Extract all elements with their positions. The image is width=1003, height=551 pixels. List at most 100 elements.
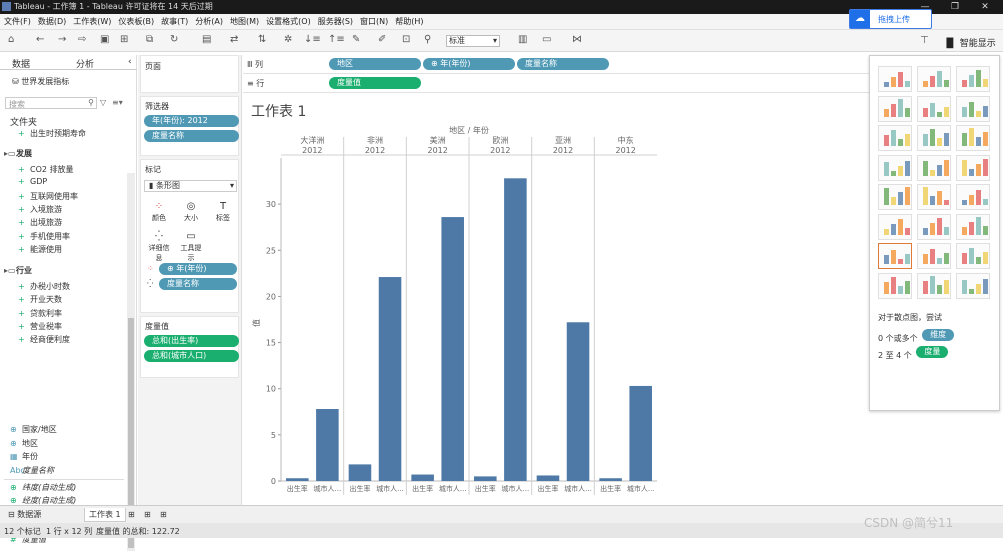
menu-item[interactable]: 窗口(N)	[356, 14, 391, 27]
chart-type-thumbnail[interactable]	[917, 272, 951, 299]
chart-type-thumbnail[interactable]	[878, 272, 912, 299]
sort-asc-icon[interactable]: ↓≡	[304, 34, 321, 46]
detail-button[interactable]: ⁛ 详细信息	[147, 230, 171, 262]
field-item[interactable]: + 出境旅游	[18, 217, 62, 228]
field-item[interactable]: + 能源使用	[18, 244, 62, 255]
field-item[interactable]: + 入境旅游	[18, 204, 62, 215]
group-icon[interactable]: ▤	[202, 34, 211, 46]
menu-item[interactable]: 仪表板(B)	[114, 14, 157, 27]
new-datasource-icon[interactable]: ⇨	[78, 34, 86, 46]
marker-icon[interactable]: ✐	[378, 34, 386, 46]
folder-item[interactable]: ▸▭行业	[4, 265, 32, 276]
filter-pill-measure-names[interactable]: 度量名称	[144, 130, 239, 142]
chart-type-thumbnail[interactable]	[917, 184, 951, 210]
field-item[interactable]: + GDP	[18, 177, 47, 186]
chart-type-thumbnail[interactable]	[956, 125, 990, 151]
pen-icon[interactable]: ✎	[352, 34, 360, 46]
field-item[interactable]: + 营业税率	[18, 321, 62, 332]
close-button[interactable]: ✕	[970, 0, 1000, 14]
upload-button[interactable]: ☁ 拖拽上传	[849, 9, 932, 29]
dimension-item[interactable]: ▦ 年份	[10, 451, 38, 462]
tab-data[interactable]: 数据	[12, 57, 30, 70]
tab-analysis[interactable]: 分析	[76, 57, 94, 70]
chart-type-thumbnail[interactable]	[878, 95, 912, 122]
menu-item[interactable]: 帮助(H)	[391, 14, 426, 27]
folder-item[interactable]: ▸▭发展	[4, 148, 32, 159]
chart-type-thumbnail[interactable]	[917, 95, 951, 122]
filters-card[interactable]: 筛选器 年(年份): 2012 度量名称	[140, 96, 239, 156]
share-icon[interactable]: ⋈	[572, 34, 582, 46]
chart-type-thumbnail[interactable]	[917, 66, 951, 92]
marks-pill-measure-names[interactable]: 度量名称	[159, 278, 237, 290]
size-button[interactable]: ◎ 大小	[179, 200, 203, 224]
sort-icon[interactable]: ⇅	[258, 34, 266, 46]
tab-datasource[interactable]: ⊟ 数据源	[4, 508, 45, 522]
columns-shelf[interactable]: Ⅲ 列 地区 ⊕ 年(年份) 度量名称	[243, 55, 869, 74]
menu-item[interactable]: 设置格式(O)	[262, 14, 314, 27]
chart-type-thumbnail[interactable]	[956, 95, 990, 122]
chart-type-thumbnail[interactable]	[878, 184, 912, 210]
field-item[interactable]: + CO2 排放量	[18, 164, 74, 175]
menu-item[interactable]: 服务器(S)	[314, 14, 356, 27]
pin-panel-icon[interactable]: ⊤	[920, 35, 929, 47]
column-pill-year[interactable]: ⊕ 年(年份)	[423, 58, 515, 70]
dimension-item[interactable]: Abc度量名称	[10, 465, 54, 476]
tooltip-button[interactable]: ▭ 工具提示	[179, 230, 203, 262]
chart-type-thumbnail[interactable]	[878, 125, 912, 151]
pin-icon[interactable]: ⚲	[424, 34, 431, 46]
chart-type-thumbnail[interactable]	[956, 184, 990, 210]
label-icon[interactable]: ⊡	[402, 34, 410, 46]
chart-type-thumbnail[interactable]	[917, 213, 951, 240]
sort-desc-icon[interactable]: ↑≡	[328, 34, 345, 46]
new-sheet-icon[interactable]: ⊞	[120, 34, 128, 46]
chart-type-thumbnail[interactable]	[917, 154, 951, 181]
new-dashboard-icon[interactable]: ⊞	[140, 508, 155, 522]
undo-icon[interactable]: ←	[36, 34, 44, 46]
column-pill-region[interactable]: 地区	[329, 58, 421, 70]
save-icon[interactable]: ▣	[100, 34, 109, 46]
chart-type-thumbnail[interactable]	[956, 213, 990, 240]
dimension-item[interactable]: ⊕ 地区	[10, 438, 38, 449]
duplicate-icon[interactable]: ⧉	[146, 34, 153, 46]
smart-show-toggle[interactable]: ▐▌ 智能显示	[943, 36, 996, 49]
filter-icon[interactable]: ▽	[100, 98, 106, 107]
swap-icon[interactable]: ⇄	[230, 34, 238, 46]
menu-item[interactable]: 分析(A)	[191, 14, 226, 27]
chart-type-thumbnail[interactable]	[878, 154, 912, 181]
refresh-icon[interactable]: ↻	[170, 34, 178, 46]
menu-item[interactable]: 数据(D)	[34, 14, 69, 27]
chart-type-thumbnail[interactable]	[917, 243, 951, 269]
redo-icon[interactable]: →	[58, 34, 66, 46]
field-item[interactable]: + 出生时预期寿命	[18, 128, 86, 139]
label-button[interactable]: T 标签	[211, 200, 235, 224]
rows-shelf[interactable]: ≡ 行 度量值	[243, 74, 869, 93]
field-item[interactable]: + 开业天数	[18, 294, 62, 305]
field-item[interactable]: + 互联网使用率	[18, 191, 78, 202]
view-size-select[interactable]: 标准 ▾	[446, 35, 500, 47]
dimension-item[interactable]: ⊕ 国家/地区	[10, 424, 57, 435]
monitor-icon[interactable]: ▭	[542, 34, 551, 46]
search-input[interactable]: 搜索 ⚲	[5, 97, 97, 109]
chart-type-thumbnail[interactable]	[878, 213, 912, 240]
scrollbar[interactable]	[127, 173, 135, 551]
measure-item[interactable]: ⊕ 纬度(自动生成)	[10, 482, 76, 493]
new-sheet-icon[interactable]: ⊞	[124, 508, 139, 522]
datasource-item[interactable]: ⛁ 世界发展指标	[12, 76, 69, 87]
chart-type-thumbnail[interactable]	[917, 125, 951, 151]
highlight-icon[interactable]: ✲	[284, 34, 292, 46]
tab-sheet1[interactable]: 工作表 1	[84, 508, 126, 522]
marks-pill-year[interactable]: ⊕ 年(年份)	[159, 263, 237, 275]
view-options-icon[interactable]: ≡▾	[112, 98, 123, 107]
chart-type-thumbnail[interactable]	[956, 154, 990, 181]
chart-type-thumbnail[interactable]	[956, 272, 990, 299]
chart-type-thumbnail[interactable]	[878, 243, 912, 269]
chart-type-thumbnail[interactable]	[878, 66, 912, 92]
field-item[interactable]: + 办税小时数	[18, 281, 70, 292]
presentation-icon[interactable]: ▥	[518, 34, 527, 46]
menu-item[interactable]: 文件(F)	[0, 14, 34, 27]
field-item[interactable]: + 贷款利率	[18, 308, 62, 319]
collapse-icon[interactable]: ‹	[128, 57, 132, 67]
measure-pill-urban-pop[interactable]: 总和(城市人口)	[144, 350, 239, 362]
field-item[interactable]: + 经商便利度	[18, 334, 70, 345]
chart-type-thumbnail[interactable]	[956, 66, 990, 92]
